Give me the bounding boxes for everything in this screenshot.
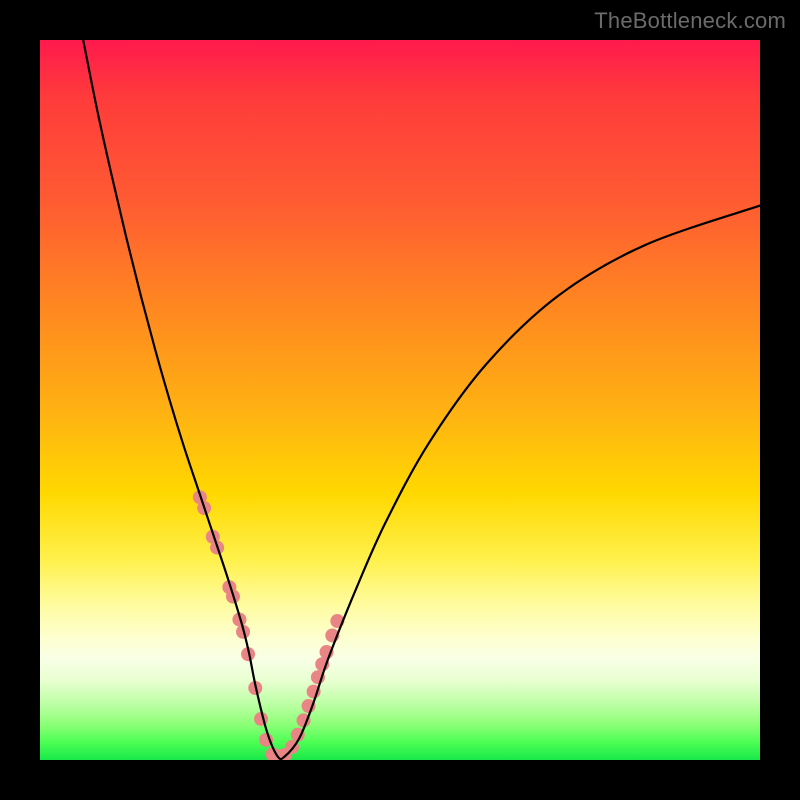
chart-svg <box>40 40 760 760</box>
chart-frame: TheBottleneck.com <box>0 0 800 800</box>
bottleneck-curve-path <box>83 40 760 759</box>
highlight-dot-series <box>193 490 345 760</box>
plot-area <box>40 40 760 760</box>
watermark-label: TheBottleneck.com <box>594 8 786 34</box>
